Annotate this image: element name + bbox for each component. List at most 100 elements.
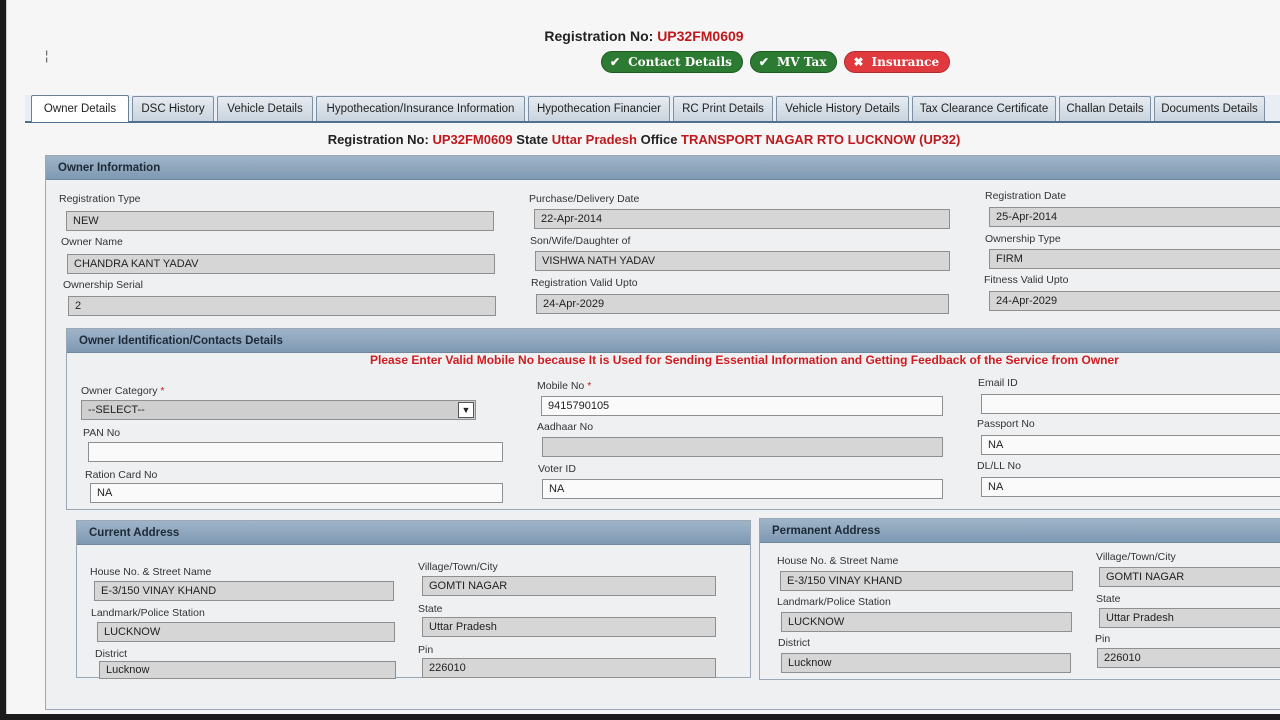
current-landmark-field[interactable]: LUCKNOW [97,622,395,642]
registration-date-label: Registration Date [985,190,1067,202]
check-icon: ✔ [758,55,769,69]
chevron-down-icon[interactable]: ▼ [458,402,474,418]
current-house-field[interactable]: E-3/150 VINAY KHAND [94,581,394,601]
current-village-field[interactable]: GOMTI NAGAR [422,576,716,596]
aadhaar-label: Aadhaar No [537,421,594,433]
reg-label: Registration No: [544,28,654,44]
permanent-district-label: District [778,637,811,649]
current-house-label: House No. & Street Name [90,566,212,578]
mobile-label: Mobile No * [537,380,592,392]
office-value: TRANSPORT NAGAR RTO LUCKNOW (UP32) [681,132,961,147]
permanent-address-panel: Permanent Address House No. & Street Nam… [759,518,1280,680]
purchase-date-field[interactable]: 22-Apr-2014 [534,209,950,229]
page-title: Registration No: UP32FM0609 [7,28,1280,44]
permanent-house-field[interactable]: E-3/150 VINAY KHAND [780,571,1073,591]
tab-owner-details[interactable]: Owner Details [31,95,129,122]
dl-field[interactable]: NA [981,477,1280,497]
tab-dsc-history[interactable]: DSC History [132,96,214,121]
current-address-header: Current Address [77,521,750,545]
office-label: Office [640,132,678,147]
registration-type-field[interactable]: NEW [66,211,494,231]
reg-summary-label: Registration No: [327,132,429,147]
state-label: State [516,132,549,147]
passport-field[interactable]: NA [981,435,1280,455]
check-icon: ✔ [610,55,621,69]
current-state-label: State [418,603,443,615]
owner-name-label: Owner Name [61,236,123,248]
tab-tax-clearance[interactable]: Tax Clearance Certificate [912,96,1056,121]
permanent-village-label: Village/Town/City [1096,551,1176,563]
permanent-state-label: State [1096,593,1121,605]
mobile-warning: Please Enter Valid Mobile No because It … [370,353,1119,367]
passport-label: Passport No [977,418,1035,430]
owner-information-header: Owner Information [46,156,1280,180]
permanent-landmark-field[interactable]: LUCKNOW [781,612,1072,632]
contact-details-label: Contact Details [628,55,732,69]
current-pin-field[interactable]: 226010 [422,658,716,678]
insurance-button[interactable]: ✖ Insurance [844,51,951,73]
owner-category-label: Owner Category * [81,385,165,397]
email-label: Email ID [978,377,1018,389]
side-marker: ¦ [45,48,49,63]
ownership-type-label: Ownership Type [985,233,1061,245]
pan-label: PAN No [83,427,121,439]
owner-category-select[interactable]: --SELECT-- ▼ [81,400,476,420]
contact-details-button[interactable]: ✔ Contact Details [601,51,743,73]
tab-rc-print-details[interactable]: RC Print Details [673,96,773,121]
ration-card-label: Ration Card No [85,469,158,481]
email-field[interactable] [981,394,1280,414]
purchase-date-label: Purchase/Delivery Date [529,193,640,205]
permanent-house-label: House No. & Street Name [777,555,899,567]
reg-number: UP32FM0609 [657,28,744,44]
mobile-field[interactable]: 9415790105 [541,396,943,416]
registration-valid-field[interactable]: 24-Apr-2029 [536,294,949,314]
registration-valid-label: Registration Valid Upto [531,277,638,289]
current-state-field[interactable]: Uttar Pradesh [422,617,716,637]
tab-vehicle-history[interactable]: Vehicle History Details [776,96,909,121]
ration-card-field[interactable]: NA [90,483,503,503]
owner-category-value: --SELECT-- [88,404,145,416]
current-district-field[interactable]: Lucknow [99,661,396,679]
permanent-landmark-label: Landmark/Police Station [777,596,891,608]
current-village-label: Village/Town/City [418,561,498,573]
permanent-district-field[interactable]: Lucknow [781,653,1071,673]
registration-type-label: Registration Type [59,193,141,205]
permanent-state-field[interactable]: Uttar Pradesh [1099,608,1280,628]
current-district-label: District [95,648,128,660]
voter-id-field[interactable]: NA [542,479,943,499]
permanent-pin-field[interactable]: 226010 [1097,648,1280,668]
status-buttons: ✔ Contact Details ✔ MV Tax ✖ Insurance [601,51,951,73]
tab-vehicle-details[interactable]: Vehicle Details [217,96,313,121]
tab-documents-details[interactable]: Documents Details [1154,96,1265,121]
mv-tax-button[interactable]: ✔ MV Tax [749,51,838,73]
registration-date-field[interactable]: 25-Apr-2014 [989,207,1280,227]
tab-hypothecation-financier[interactable]: Hypothecation Financier [528,96,670,121]
contacts-header: Owner Identification/Contacts Details [67,329,1280,353]
tab-hypothecation-insurance[interactable]: Hypothecation/Insurance Information [316,96,525,121]
permanent-pin-label: Pin [1095,633,1111,645]
relation-label: Son/Wife/Daughter of [530,235,631,247]
reg-summary-number: UP32FM0609 [432,132,513,147]
contacts-panel: Owner Identification/Contacts Details Pl… [66,328,1280,510]
tab-bar: Owner Details DSC History Vehicle Detail… [25,95,1280,123]
owner-name-field[interactable]: CHANDRA KANT YADAV [67,254,495,274]
permanent-address-header: Permanent Address [760,519,1280,543]
ownership-type-field[interactable]: FIRM [989,249,1280,269]
registration-summary: Registration No: UP32FM0609 State Uttar … [7,132,1280,147]
insurance-label: Insurance [871,55,940,69]
current-pin-label: Pin [418,644,434,656]
current-landmark-label: Landmark/Police Station [91,607,205,619]
dl-label: DL/LL No [977,460,1021,472]
pan-field[interactable] [88,442,503,462]
ownership-serial-field[interactable]: 2 [68,296,496,316]
fitness-valid-field[interactable]: 24-Apr-2029 [989,291,1280,311]
aadhaar-field[interactable] [542,437,943,457]
permanent-village-field[interactable]: GOMTI NAGAR [1099,567,1280,587]
mv-tax-label: MV Tax [776,55,827,69]
relation-field[interactable]: VISHWA NATH YADAV [535,251,950,271]
ownership-serial-label: Ownership Serial [63,279,143,291]
current-address-panel: Current Address House No. & Street Name … [76,520,751,679]
tab-challan-details[interactable]: Challan Details [1059,96,1151,121]
app-window: ¦ Registration No: UP32FM0609 ✔ Contact … [6,0,1280,714]
fitness-valid-label: Fitness Valid Upto [984,274,1069,286]
